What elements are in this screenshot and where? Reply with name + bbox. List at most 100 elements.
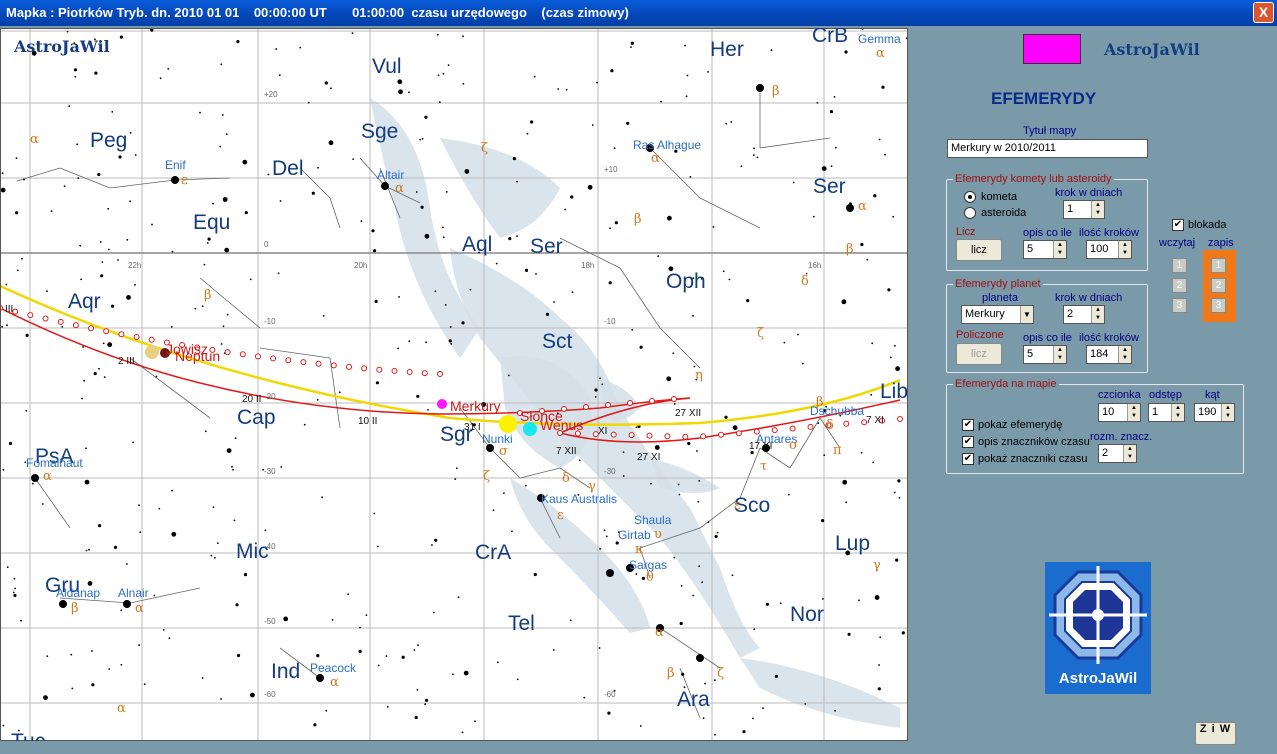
angle-input[interactable]: 190 ▲ ▼ xyxy=(1194,403,1235,422)
marker-size-input[interactable]: 2 ▲ ▼ xyxy=(1098,444,1137,463)
star-dot xyxy=(821,519,825,523)
save-slot-2-button[interactable]: 2 xyxy=(1211,278,1226,293)
star-dot xyxy=(787,493,790,496)
gap-label: odstęp xyxy=(1149,389,1183,401)
ephemeris-point xyxy=(421,370,428,377)
star-dot xyxy=(614,221,618,225)
comet-step-input[interactable]: 1 ▲ ▼ xyxy=(1063,200,1105,219)
font-size-input[interactable]: 10 ▲ ▼ xyxy=(1098,403,1141,422)
star-dot xyxy=(452,673,454,676)
ephemeris-point xyxy=(361,365,368,372)
greek-letter-label: β xyxy=(816,395,824,410)
star-dot xyxy=(236,40,240,44)
time-marker-desc-checkbox[interactable]: ✔ xyxy=(962,436,974,448)
star-dot xyxy=(85,549,88,552)
comet-radio[interactable] xyxy=(964,191,976,203)
load-slot-3-button[interactable]: 3 xyxy=(1172,298,1187,313)
jupiter-marker xyxy=(145,345,159,359)
star-dot xyxy=(61,325,64,328)
bright-star xyxy=(123,600,131,608)
star-dot xyxy=(401,655,405,659)
constellation-label: Equ xyxy=(193,211,231,234)
constellation-line xyxy=(199,277,261,329)
star-dot xyxy=(249,278,252,281)
star-dot xyxy=(822,598,824,600)
star-map-canvas[interactable] xyxy=(0,28,908,741)
ephemeris-point xyxy=(807,423,814,430)
load-slot-2-button[interactable]: 2 xyxy=(1172,278,1187,293)
ephemeris-point xyxy=(133,334,140,340)
star-dot xyxy=(442,236,445,239)
ephemeris-point xyxy=(224,349,231,356)
ephemeris-point xyxy=(700,433,707,440)
star-dot xyxy=(311,191,315,195)
load-slot-1-button[interactable]: 1 xyxy=(1172,258,1187,273)
show-ephemeris-checkbox[interactable]: ✔ xyxy=(962,419,974,431)
star-map[interactable]: AstroJaWil +20 +10 0 20h 18h 16h -10 -10 -20 -30 -… xyxy=(0,28,908,741)
planet-select[interactable]: Merkury ▼ xyxy=(961,305,1034,324)
star-dot xyxy=(235,603,239,607)
planet-step-input[interactable]: 2 ▲ ▼ xyxy=(1063,305,1105,324)
star-dot xyxy=(564,208,566,211)
star-dot xyxy=(226,448,232,453)
date-marker-label: 2 III xyxy=(118,356,135,367)
star-dot xyxy=(570,195,574,199)
map-title-input[interactable]: Merkury w 2010/2011 xyxy=(947,139,1148,158)
star-dot xyxy=(373,249,377,253)
star-dot xyxy=(844,50,848,54)
star-dot xyxy=(610,69,614,73)
save-label: zapis xyxy=(1208,237,1234,249)
star-dot xyxy=(450,343,453,345)
greek-letter-label: β xyxy=(634,212,642,227)
greek-letter-label: γ xyxy=(873,558,881,573)
ziw-button[interactable]: Z i W xyxy=(1195,722,1236,745)
star-dot xyxy=(842,479,848,485)
comet-steps-input[interactable]: 100 ▲ ▼ xyxy=(1086,240,1132,259)
star-dot xyxy=(497,661,499,664)
asteroid-radio[interactable] xyxy=(964,207,976,219)
map-logo: AstroJaWil xyxy=(14,37,110,56)
close-button[interactable]: X xyxy=(1253,2,1274,23)
ephemeris-point xyxy=(330,362,337,369)
star-dot xyxy=(598,647,601,649)
star-dot xyxy=(462,83,465,85)
gap-input[interactable]: 1 ▲ ▼ xyxy=(1148,403,1185,422)
star-dot xyxy=(236,653,241,658)
planet-calc-button[interactable]: licz xyxy=(956,343,1002,365)
milky-way-patch xyxy=(440,138,560,238)
star-dot xyxy=(111,111,114,113)
save-slot-3-button[interactable]: 3 xyxy=(1211,298,1226,313)
star-dot xyxy=(696,450,698,452)
comet-calc-button[interactable]: licz xyxy=(956,239,1002,261)
star-dot xyxy=(338,391,341,394)
star-dot xyxy=(603,529,606,532)
planet-steps-input[interactable]: 184 ▲ ▼ xyxy=(1086,345,1132,364)
star-dot xyxy=(386,705,389,708)
ephemeris-point xyxy=(843,420,850,427)
ephemeris-point xyxy=(391,367,398,374)
star-dot xyxy=(107,207,110,210)
star-dot xyxy=(6,324,8,327)
star-dot xyxy=(224,247,230,253)
star-dot xyxy=(878,664,880,666)
save-slot-1-button[interactable]: 1 xyxy=(1211,258,1226,273)
comet-desc-every-input[interactable]: 5 ▲ ▼ xyxy=(1023,240,1067,259)
color-swatch[interactable] xyxy=(1023,34,1081,64)
star-dot xyxy=(217,542,219,544)
star-dot xyxy=(887,288,891,292)
star-dot xyxy=(158,507,161,510)
star-dot xyxy=(596,81,598,84)
star-dot xyxy=(416,688,419,691)
planet-steps-label: ilość kroków xyxy=(1079,332,1139,344)
star-dot xyxy=(714,679,716,682)
show-time-markers-checkbox[interactable]: ✔ xyxy=(962,453,974,465)
star-dot xyxy=(609,227,611,230)
planet-desc-every-input[interactable]: 5 ▲ ▼ xyxy=(1023,345,1067,364)
ephemeris-point xyxy=(103,328,110,335)
lock-checkbox[interactable]: ✔ xyxy=(1172,219,1184,231)
star-dot xyxy=(650,482,652,485)
greek-letter-label: β xyxy=(846,242,854,257)
star-dot xyxy=(434,290,437,293)
star-dot xyxy=(159,77,162,80)
star-dot xyxy=(132,441,135,444)
